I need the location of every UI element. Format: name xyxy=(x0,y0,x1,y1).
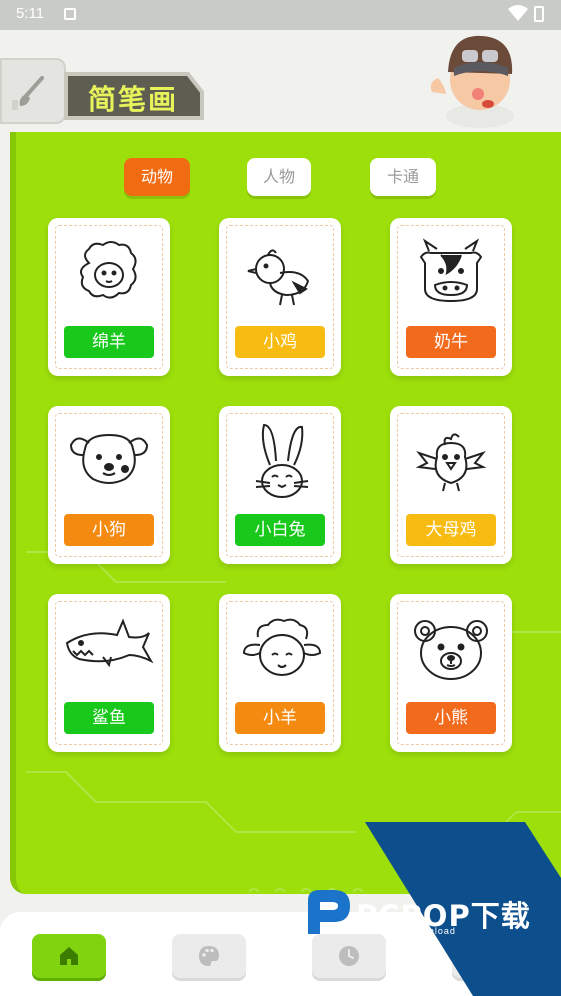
lamb-drawing xyxy=(230,604,330,694)
card-cow[interactable]: 奶牛 xyxy=(390,218,512,376)
dog-drawing xyxy=(59,416,159,506)
notification-icon xyxy=(64,8,76,20)
clock-icon xyxy=(339,946,359,966)
nav-palette-button[interactable] xyxy=(172,934,246,978)
shark-drawing xyxy=(59,604,159,694)
nav-home-button[interactable] xyxy=(32,934,106,978)
bear-drawing xyxy=(401,604,501,694)
battery-icon xyxy=(534,6,544,22)
tab-animals[interactable]: 动物 xyxy=(124,158,190,196)
home-icon xyxy=(60,947,78,965)
card-label: 大母鸡 xyxy=(406,514,496,546)
card-hen[interactable]: 大母鸡 xyxy=(390,406,512,564)
card-bear[interactable]: 小熊 xyxy=(390,594,512,752)
wifi-icon xyxy=(508,5,528,21)
hen-drawing xyxy=(401,416,501,506)
sheep-drawing xyxy=(59,228,159,318)
card-lamb[interactable]: 小羊 xyxy=(219,594,341,752)
rabbit-drawing xyxy=(230,416,330,506)
card-label: 绵羊 xyxy=(64,326,154,358)
card-dog[interactable]: 小狗 xyxy=(48,406,170,564)
tab-cartoon[interactable]: 卡通 xyxy=(370,158,436,196)
card-label: 小狗 xyxy=(64,514,154,546)
status-bar: 5:11 xyxy=(0,0,561,30)
palette-icon xyxy=(199,946,219,966)
card-label: 小熊 xyxy=(406,702,496,734)
card-label: 鲨鱼 xyxy=(64,702,154,734)
card-label: 奶牛 xyxy=(406,326,496,358)
tab-people[interactable]: 人物 xyxy=(247,158,311,196)
watermark-logo xyxy=(308,890,350,934)
card-label: 小鸡 xyxy=(235,326,325,358)
status-time: 5:11 xyxy=(16,5,45,22)
card-label: 小羊 xyxy=(235,702,325,734)
card-rabbit[interactable]: 小白兔 xyxy=(219,406,341,564)
panel-top-edge xyxy=(0,108,561,148)
card-shark[interactable]: 鲨鱼 xyxy=(48,594,170,752)
watermark-subtitle: PCPOP Download xyxy=(368,926,456,936)
cow-drawing xyxy=(401,228,501,318)
card-label: 小白兔 xyxy=(235,514,325,546)
chick-drawing xyxy=(230,228,330,318)
card-chick[interactable]: 小鸡 xyxy=(219,218,341,376)
card-sheep[interactable]: 绵羊 xyxy=(48,218,170,376)
